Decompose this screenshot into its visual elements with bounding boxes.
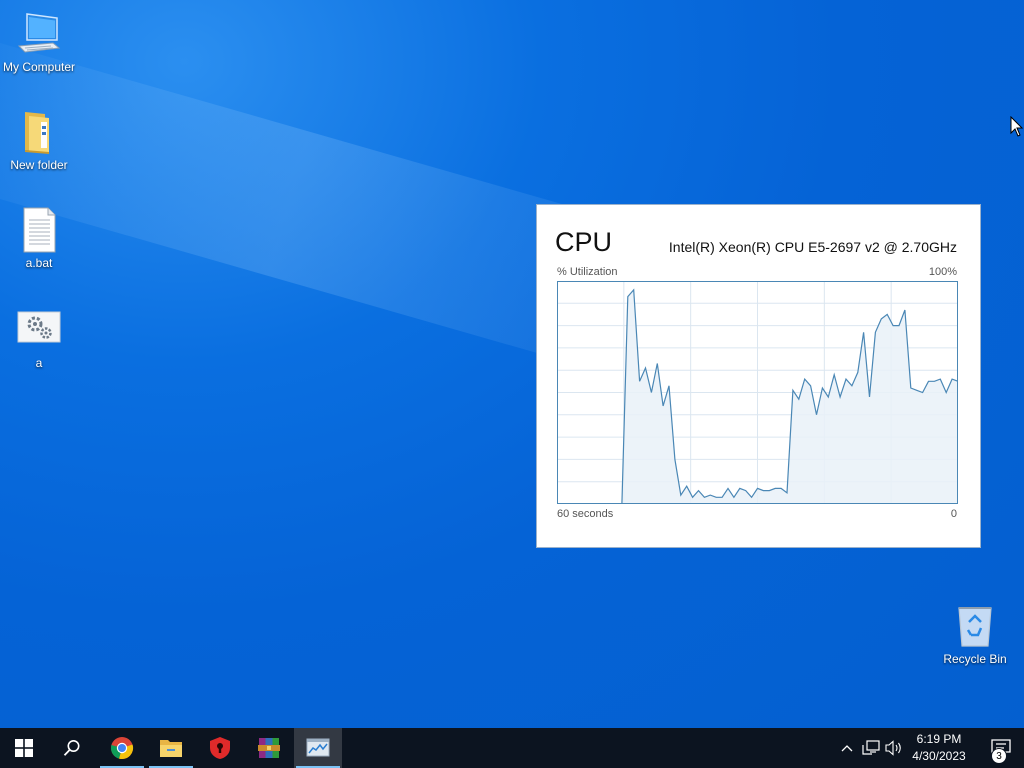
volume-button[interactable] [884,738,904,758]
cpu-model-name: Intel(R) Xeon(R) CPU E5-2697 v2 @ 2.70GH… [668,239,957,255]
time-axis-label: 60 seconds [557,508,614,520]
cpu-utilization-graph [557,281,958,504]
task-manager-icon [306,738,330,757]
desktop-icon-a[interactable]: a [0,306,78,371]
winrar-button[interactable] [245,728,293,768]
search-button[interactable] [48,728,96,768]
desktop-icon-a-bat[interactable]: a.bat [0,206,78,271]
notification-count-badge: 3 [991,748,1007,764]
mouse-cursor-icon [1010,116,1024,137]
chevron-up-icon [841,745,853,752]
desktop-icon-label: My Computer [2,60,76,74]
desktop-icon-recycle-bin[interactable]: Recycle Bin [936,602,1014,667]
cpu-performance-widget[interactable]: CPU Intel(R) Xeon(R) CPU E5-2697 v2 @ 2.… [536,204,981,548]
shield-icon [210,737,230,759]
security-app-button[interactable] [196,728,244,768]
chrome-button[interactable] [98,728,146,768]
utilization-axis-label: % Utilization [557,266,618,278]
desktop-icon-label: a.bat [25,256,53,270]
taskbar: 6:19 PM 4/30/2023 [0,728,1024,768]
windows-logo-icon [15,739,33,757]
system-clock[interactable]: 6:19 PM 4/30/2023 [908,731,970,765]
settings-file-icon [15,306,63,354]
search-icon [63,740,80,756]
file-explorer-button[interactable] [147,728,195,768]
archive-icon [258,738,280,758]
desktop-icon-label: Recycle Bin [943,652,1007,666]
desktop-icon-my-computer[interactable]: My Computer [0,10,78,75]
desktop-icon-label: a [35,356,43,370]
speaker-icon [885,740,901,756]
chrome-icon [110,737,134,760]
start-button[interactable] [0,728,48,768]
cpu-title: CPU [555,227,613,257]
task-manager-button[interactable] [294,728,342,768]
clock-date: 4/30/2023 [912,749,966,763]
utilization-max-label: 100% [928,266,957,278]
network-button[interactable] [861,738,881,758]
show-hidden-icons-button[interactable] [837,738,857,758]
network-icon [862,740,880,755]
batch-file-icon [15,206,63,254]
time-axis-end-label: 0 [950,508,957,520]
folder-icon [15,108,63,156]
desktop-icon-new-folder[interactable]: New folder [0,108,78,173]
recycle-bin-icon [951,602,999,650]
clock-time: 6:19 PM [916,732,962,746]
folder-icon [160,740,182,757]
desktop-icon-label: New folder [10,158,68,172]
computer-icon [15,10,63,58]
